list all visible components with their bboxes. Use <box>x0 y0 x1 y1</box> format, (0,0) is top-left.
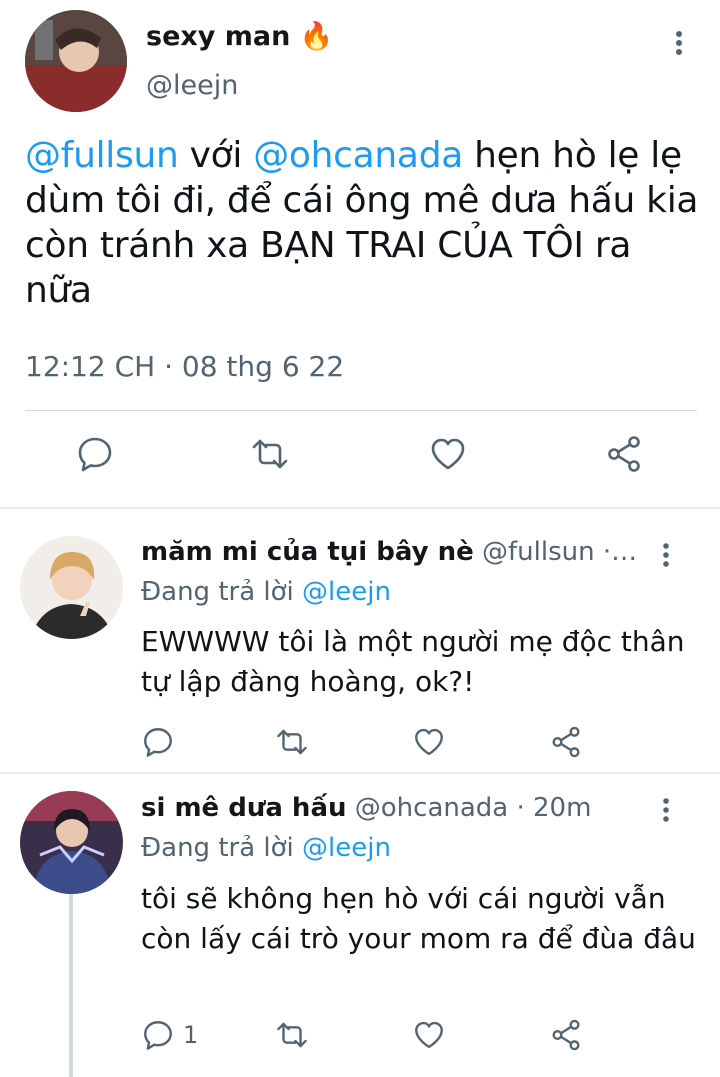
action-bar: 1 <box>0 1015 720 1059</box>
replying-to: Đang trả lời @leejn <box>141 833 391 863</box>
reply-tweet[interactable]: si mê dưa hấu @ohcanada · 20m Đang trả l… <box>0 774 720 1077</box>
avatar[interactable] <box>20 536 123 639</box>
like-icon[interactable] <box>412 722 446 762</box>
share-icon[interactable] <box>549 722 583 762</box>
more-icon[interactable] <box>652 796 680 824</box>
retweet-icon[interactable] <box>275 1015 309 1055</box>
retweet-icon[interactable] <box>246 430 294 478</box>
reply-text: EWWWW tôi là một người mẹ độc thân tự lậ… <box>141 625 685 698</box>
avatar[interactable] <box>20 791 123 894</box>
reply-text: tôi sẽ không hẹn hò với cái người vẫn cò… <box>141 882 696 955</box>
replying-label: Đang trả lời <box>141 833 303 863</box>
share-icon[interactable] <box>600 430 648 478</box>
author-name[interactable]: măm mi của tụi bây nè <box>141 537 474 567</box>
mention-link[interactable]: @fullsun <box>25 135 179 176</box>
reply-icon[interactable] <box>141 722 183 762</box>
reply-header: si mê dưa hấu @ohcanada · 20m <box>141 793 591 823</box>
retweet-icon[interactable] <box>275 722 309 762</box>
share-icon[interactable] <box>549 1015 583 1055</box>
author-handle[interactable]: @leejn <box>146 70 238 101</box>
replying-to: Đang trả lời @leejn <box>141 577 391 607</box>
like-icon[interactable] <box>412 1015 446 1055</box>
author-name[interactable]: sexy man 🔥 <box>146 20 333 52</box>
action-bar <box>0 722 720 766</box>
more-icon[interactable] <box>664 28 694 58</box>
reply-icon[interactable] <box>71 430 119 478</box>
timestamp[interactable]: 12:12 CH · 08 thg 6 22 <box>25 350 344 383</box>
like-icon[interactable] <box>424 430 472 478</box>
author-meta[interactable]: @ohcanada · 20m <box>347 793 592 823</box>
author-meta[interactable]: @fullsun ·… <box>474 537 637 567</box>
mention-link[interactable]: @ohcanada <box>253 135 463 176</box>
action-bar <box>0 430 720 490</box>
mention-link[interactable]: @leejn <box>302 577 391 607</box>
author-name[interactable]: si mê dưa hấu <box>141 793 347 823</box>
reply-tweet[interactable]: măm mi của tụi bây nè @fullsun ·… Đang t… <box>0 509 720 771</box>
avatar[interactable] <box>25 10 127 112</box>
reply-count: 1 <box>183 1021 199 1049</box>
reply-icon[interactable]: 1 <box>141 1015 198 1055</box>
divider <box>25 410 697 411</box>
more-icon[interactable] <box>652 541 680 569</box>
tweet-text-segment: với <box>178 135 254 176</box>
tweet-text: @fullsun với @ohcanada hẹn hò lẹ lẹ dùm … <box>25 133 705 313</box>
replying-label: Đang trả lời <box>141 577 303 607</box>
reply-header: măm mi của tụi bây nè @fullsun ·… <box>141 537 637 567</box>
main-tweet: sexy man 🔥 @leejn @fullsun với @ohcanada… <box>0 0 720 508</box>
mention-link[interactable]: @leejn <box>302 833 391 863</box>
